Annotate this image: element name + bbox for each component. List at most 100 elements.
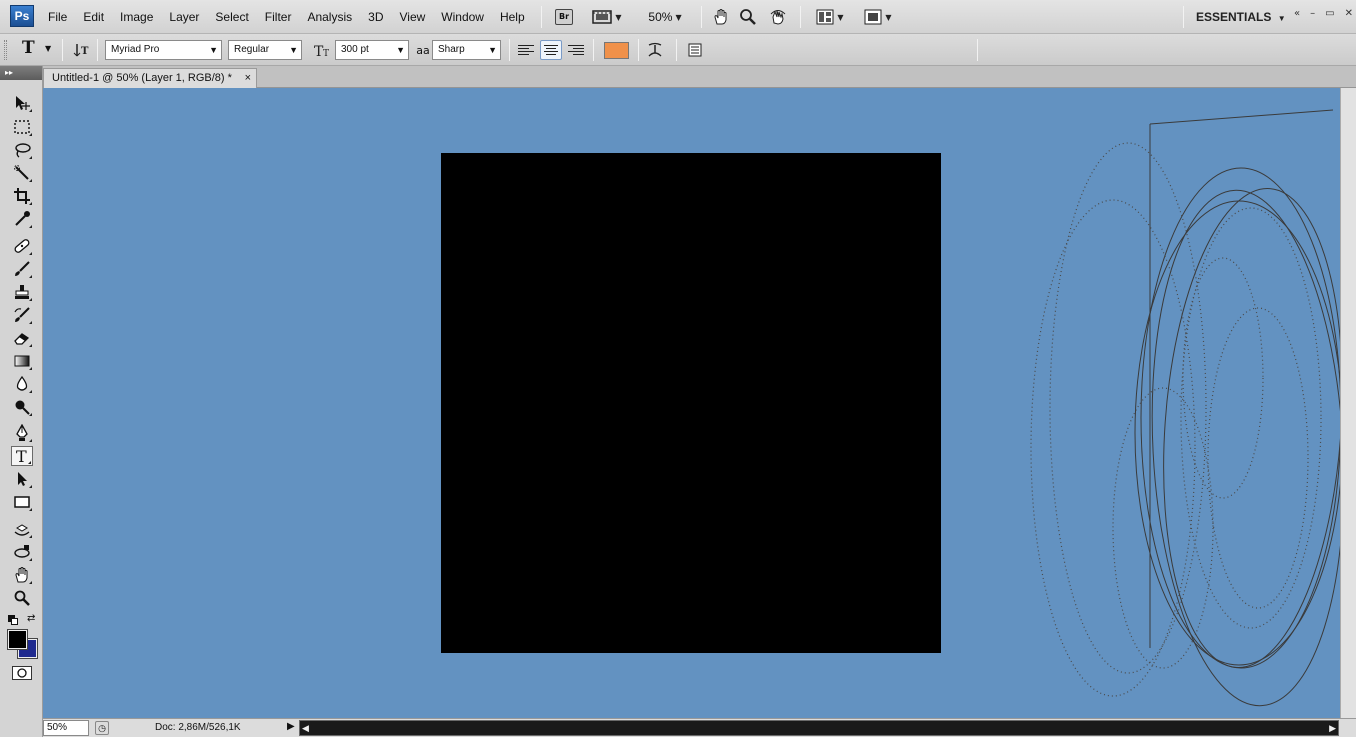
- dodge-tool[interactable]: [11, 397, 33, 417]
- menu-filter[interactable]: Filter: [257, 0, 300, 34]
- shape-tool[interactable]: [11, 492, 33, 512]
- hand-tool-button[interactable]: [710, 6, 732, 28]
- scroll-left-icon[interactable]: ◀: [302, 723, 309, 734]
- svg-text:T: T: [16, 447, 27, 465]
- chevron-down-icon: ▼: [615, 12, 622, 22]
- toggle-orientation-button[interactable]: T: [72, 41, 90, 59]
- options-separator: [97, 39, 98, 61]
- history-brush-tool[interactable]: [11, 305, 33, 325]
- gradient-tool[interactable]: [11, 351, 33, 371]
- close-icon[interactable]: ✕: [1345, 8, 1353, 19]
- type-tool-preset-icon[interactable]: T: [22, 38, 35, 58]
- timing-icon[interactable]: ◷: [95, 721, 109, 735]
- 3d-rotate-tool[interactable]: [11, 519, 33, 539]
- menu-3d[interactable]: 3D: [360, 0, 391, 34]
- collapse-icon[interactable]: «: [1294, 8, 1300, 19]
- align-center-button[interactable]: [540, 40, 562, 60]
- align-left-button[interactable]: [515, 40, 537, 60]
- healing-brush-tool[interactable]: [11, 236, 33, 256]
- chevron-down-icon: ▼: [488, 45, 497, 55]
- panels-icon: [688, 43, 702, 57]
- move-tool[interactable]: [11, 93, 33, 113]
- options-separator: [509, 39, 510, 61]
- workspace-switcher[interactable]: ESSENTIALS ▼: [1196, 0, 1286, 36]
- status-menu-arrow[interactable]: ▶: [287, 721, 295, 732]
- warp-text-button[interactable]: [646, 41, 664, 59]
- align-right-button[interactable]: [565, 40, 587, 60]
- rotate-view-button[interactable]: [767, 6, 789, 28]
- filmstrip-icon: [592, 10, 613, 24]
- eyedropper-tool[interactable]: [11, 209, 33, 229]
- rotate-view-icon: [770, 10, 786, 25]
- menu-separator: [541, 6, 542, 28]
- close-tab-icon[interactable]: ×: [245, 69, 251, 88]
- menu-analysis[interactable]: Analysis: [299, 0, 360, 34]
- path-selection-tool[interactable]: [11, 469, 33, 489]
- menu-edit[interactable]: Edit: [75, 0, 112, 34]
- zoom-tool[interactable]: [11, 588, 33, 608]
- screen-mode-icon: [864, 9, 882, 25]
- horizontal-scrollbar[interactable]: ◀ ▶: [299, 720, 1339, 736]
- lasso-tool[interactable]: [11, 140, 33, 160]
- menu-layer[interactable]: Layer: [161, 0, 207, 34]
- font-style-value: Regular: [234, 44, 270, 55]
- eraser-tool[interactable]: [11, 328, 33, 348]
- 3d-orbit-tool[interactable]: [11, 542, 33, 562]
- anti-alias-select[interactable]: Sharp ▼: [432, 40, 501, 60]
- menu-help[interactable]: Help: [492, 0, 533, 34]
- restore-icon[interactable]: ▭: [1325, 8, 1334, 19]
- pen-tool[interactable]: [11, 423, 33, 443]
- tools-panel-header[interactable]: ▸▸: [0, 66, 42, 80]
- window-controls: « – ▭ ✕: [1294, 8, 1353, 19]
- bridge-icon: Br: [555, 9, 573, 25]
- canvas-area[interactable]: [43, 88, 1340, 718]
- bridge-button[interactable]: Br: [553, 6, 575, 28]
- swap-colors-icon[interactable]: ⇄: [27, 613, 35, 624]
- menu-separator: [1183, 6, 1184, 28]
- panel-grip[interactable]: [4, 40, 7, 60]
- font-size-value: 300 pt: [341, 44, 369, 55]
- chevron-down-icon[interactable]: ▼: [45, 44, 51, 53]
- font-size-select[interactable]: 300 pt ▼: [335, 40, 409, 60]
- brush-tool[interactable]: [11, 259, 33, 279]
- font-family-select[interactable]: Myriad Pro ▼: [105, 40, 222, 60]
- chevron-down-icon: ▼: [289, 45, 298, 55]
- options-separator: [676, 39, 677, 61]
- crop-tool[interactable]: [11, 186, 33, 206]
- quick-mask-button[interactable]: [12, 666, 32, 680]
- options-separator: [593, 39, 594, 61]
- character-panel-button[interactable]: [686, 41, 704, 59]
- default-colors-button[interactable]: [8, 615, 18, 625]
- menu-window[interactable]: Window: [433, 0, 492, 34]
- zoom-level-dropdown[interactable]: 50% ▼: [640, 6, 690, 28]
- arrange-documents-button[interactable]: ▼: [812, 6, 848, 28]
- mini-bridge-button[interactable]: ▼: [589, 6, 625, 28]
- zoom-level: 50%: [648, 10, 673, 24]
- chevron-down-icon: ▼: [1277, 14, 1286, 23]
- scroll-right-icon[interactable]: ▶: [1329, 723, 1336, 734]
- quick-select-tool[interactable]: [11, 163, 33, 183]
- menu-separator: [701, 6, 702, 28]
- foreground-color-swatch[interactable]: [7, 629, 28, 650]
- marquee-tool[interactable]: [11, 117, 33, 137]
- blur-tool[interactable]: [11, 374, 33, 394]
- chevron-down-icon: ▼: [675, 12, 682, 22]
- options-separator: [638, 39, 639, 61]
- document-tab[interactable]: Untitled-1 @ 50% (Layer 1, RGB/8) * ×: [43, 68, 257, 88]
- minimize-icon[interactable]: –: [1310, 8, 1315, 19]
- menu-select[interactable]: Select: [207, 0, 256, 34]
- clone-stamp-tool[interactable]: [11, 282, 33, 302]
- text-color-swatch[interactable]: [604, 42, 629, 59]
- status-zoom-field[interactable]: 50%: [43, 720, 89, 736]
- screen-mode-button[interactable]: ▼: [860, 6, 896, 28]
- zoom-icon: [14, 590, 30, 606]
- menu-view[interactable]: View: [391, 0, 433, 34]
- font-style-select[interactable]: Regular ▼: [228, 40, 302, 60]
- zoom-tool-button[interactable]: [737, 6, 759, 28]
- type-tool[interactable]: T: [11, 446, 33, 466]
- hand-tool[interactable]: [11, 565, 33, 585]
- vertical-scrollbar[interactable]: [1340, 88, 1356, 718]
- menu-file[interactable]: File: [40, 0, 75, 34]
- menu-image[interactable]: Image: [112, 0, 161, 34]
- font-size-icon: TT: [314, 41, 332, 59]
